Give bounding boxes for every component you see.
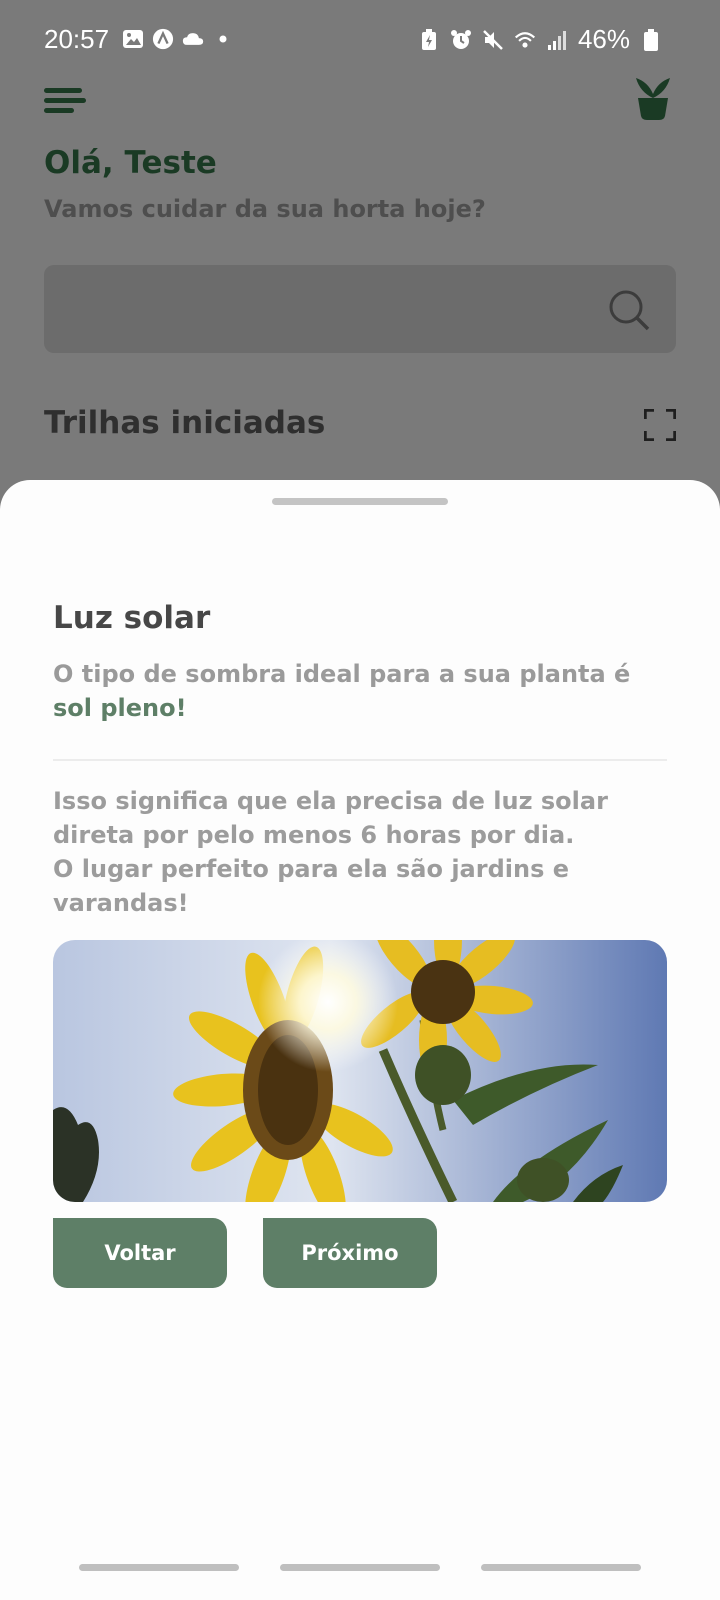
alarm-icon [450, 29, 472, 51]
nav-home-button[interactable] [280, 1564, 440, 1571]
menu-icon[interactable] [44, 88, 86, 114]
sheet-body-text: Isso significa que ela precisa de luz so… [53, 784, 673, 920]
status-left-icons [122, 28, 234, 50]
divider [53, 759, 667, 761]
nav-back-button[interactable] [481, 1564, 641, 1571]
greeting-subtitle: Vamos cuidar da sua horta hoje? [44, 195, 486, 223]
body-line-1: Isso significa que ela precisa de luz so… [53, 787, 608, 849]
plant-icon [632, 76, 674, 122]
sunflower-photo [53, 940, 667, 1202]
lead-highlight: sol pleno! [53, 694, 187, 722]
search-icon[interactable] [608, 289, 650, 331]
body-line-2: O lugar perfeito para ela são jardins e … [53, 855, 569, 917]
cloud-icon [182, 28, 204, 50]
drag-handle[interactable] [272, 498, 448, 505]
lead-text: O tipo de sombra ideal para a sua planta… [53, 660, 631, 688]
battery-icon [640, 28, 662, 51]
sheet-title: Luz solar [53, 600, 211, 636]
signal-icon [546, 29, 568, 51]
mute-icon [482, 29, 504, 51]
image-icon [122, 28, 144, 50]
expand-icon[interactable] [643, 408, 677, 442]
section-title: Trilhas iniciadas [44, 405, 326, 441]
greeting: Olá, Teste [44, 145, 217, 181]
status-bar: 20:57 46% [0, 0, 720, 80]
nav-recents-button[interactable] [79, 1564, 239, 1571]
status-time: 20:57 [44, 24, 110, 54]
status-right-icons: 46% [418, 24, 662, 55]
app-a-icon [152, 28, 174, 50]
back-button[interactable]: Voltar [53, 1218, 227, 1288]
next-button[interactable]: Próximo [263, 1218, 437, 1288]
search-input[interactable] [44, 265, 676, 353]
dot-icon [212, 28, 234, 50]
bottom-sheet: Luz solar O tipo de sombra ideal para a … [0, 480, 720, 1600]
wifi-icon [514, 29, 536, 51]
navigation-bar [0, 1540, 720, 1600]
sheet-lead-text: O tipo de sombra ideal para a sua planta… [53, 657, 673, 725]
battery-saver-icon [418, 28, 440, 51]
battery-percent: 46% [577, 24, 630, 54]
